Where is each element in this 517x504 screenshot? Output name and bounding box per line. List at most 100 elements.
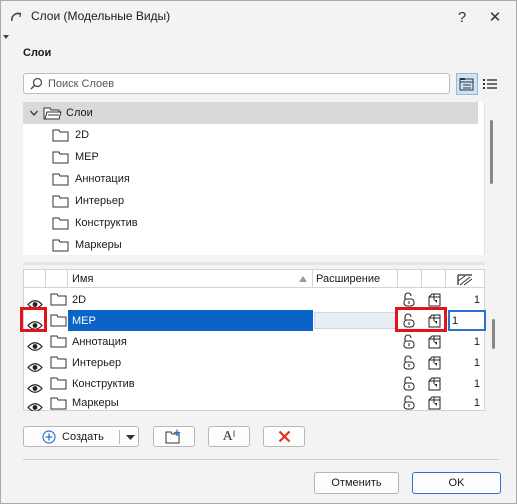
tree-item-label: Маркеры	[75, 239, 122, 251]
sort-ascending-icon	[299, 276, 307, 282]
folder-icon	[52, 151, 69, 164]
tree-item[interactable]: Интерьер	[23, 190, 478, 212]
wireframe-column-header[interactable]	[422, 270, 446, 288]
collapse-marker-icon[interactable]	[3, 35, 9, 39]
folder-icon	[50, 377, 67, 390]
extension-column-header[interactable]: Расширение	[313, 270, 398, 288]
delete-button[interactable]	[263, 426, 305, 447]
rename-cursor-icon: I	[232, 428, 236, 439]
extension-field[interactable]	[314, 312, 396, 329]
tree-view-icon	[459, 78, 474, 91]
intersection-group-value[interactable]: 1	[448, 289, 484, 310]
lock-column-header[interactable]	[398, 270, 422, 288]
folder-icon	[52, 217, 69, 230]
split-divider	[119, 430, 120, 444]
lock-view-highlight-box	[395, 307, 447, 332]
table-scrollbar[interactable]	[492, 319, 495, 349]
folder-icon	[52, 195, 69, 208]
tree-item-label: Аннотация	[75, 173, 130, 185]
hatch-icon	[457, 273, 473, 285]
intersection-group-input[interactable]: 1	[448, 310, 486, 331]
tree-item-label: Интерьер	[75, 195, 125, 207]
app-icon	[11, 12, 22, 22]
add-circle-icon	[42, 429, 56, 444]
intersection-group-value[interactable]: 1	[448, 373, 484, 394]
folder-icon	[52, 173, 69, 186]
lock-open-icon[interactable]	[402, 376, 417, 391]
tree-root-row[interactable]: Слои	[23, 102, 478, 124]
layer-name: MEP	[68, 310, 313, 331]
chevron-down-icon[interactable]	[29, 108, 39, 118]
create-split-button[interactable]: Создать	[23, 426, 139, 447]
visibility-highlight-box	[20, 307, 47, 332]
tree-root-label: Слои	[66, 107, 93, 119]
layers-table: Имя Расширение 2D 1 MEP 1 Аннотация 1 Ин…	[23, 269, 486, 411]
search-box[interactable]	[23, 73, 450, 94]
tree-item-label: Конструктив	[75, 217, 138, 229]
rename-button[interactable]: AI	[208, 426, 250, 447]
new-folder-button[interactable]	[153, 426, 195, 447]
ok-button[interactable]: OK	[412, 472, 501, 494]
solid-view-icon[interactable]	[427, 395, 442, 410]
splitter-bar[interactable]	[23, 261, 485, 266]
solid-view-icon[interactable]	[427, 334, 442, 349]
solid-view-icon[interactable]	[427, 355, 442, 370]
chevron-down-icon[interactable]	[126, 435, 135, 440]
layer-name: Маркеры	[72, 396, 119, 409]
tree-item-label: MEP	[75, 151, 99, 163]
folder-icon	[52, 239, 69, 252]
list-view-icon	[483, 79, 497, 89]
folder-stack-icon	[43, 107, 62, 120]
folder-icon	[52, 129, 69, 142]
intersection-group-value[interactable]: 1	[448, 352, 484, 373]
table-row[interactable]: Маркеры 1	[24, 394, 484, 411]
lock-open-icon[interactable]	[402, 395, 417, 410]
delete-x-icon	[278, 430, 290, 443]
solid-view-icon[interactable]	[427, 376, 442, 391]
tree-item[interactable]: MEP	[23, 146, 478, 168]
footer-divider	[23, 459, 499, 460]
tree-item[interactable]: 2D	[23, 124, 478, 146]
new-folder-icon	[165, 429, 181, 444]
name-column-header[interactable]: Имя	[68, 270, 313, 288]
tree-item[interactable]: Аннотация	[23, 168, 478, 190]
visibility-column-header[interactable]	[24, 270, 46, 288]
type-column-header[interactable]	[46, 270, 68, 288]
extension-column-label: Расширение	[316, 273, 381, 285]
intersection-column-header[interactable]	[446, 270, 484, 288]
folder-icon	[50, 397, 67, 410]
search-input[interactable]	[46, 75, 446, 92]
splitter-track[interactable]	[23, 262, 485, 265]
help-button[interactable]: ?	[447, 5, 477, 29]
table-row[interactable]: Интерьер 1	[24, 352, 484, 373]
tree-item[interactable]: Конструктив	[23, 212, 478, 234]
eye-icon[interactable]	[27, 397, 43, 411]
layer-name: 2D	[72, 293, 87, 306]
folder-icon	[50, 335, 67, 348]
intersection-group-value[interactable]: 1	[448, 394, 484, 411]
lock-open-icon[interactable]	[402, 355, 417, 370]
title-bar: Слои (Модельные Виды) ? ✕	[1, 1, 516, 32]
layer-name: Конструктив	[72, 377, 135, 390]
lock-open-icon[interactable]	[402, 334, 417, 349]
tree-scrollbar[interactable]	[490, 120, 493, 184]
tree-item[interactable]: Маркеры	[23, 234, 478, 256]
folder-icon	[50, 356, 67, 369]
lock-open-icon[interactable]	[402, 292, 417, 307]
close-button[interactable]: ✕	[480, 5, 510, 29]
intersection-group-value[interactable]: 1	[448, 331, 484, 352]
name-column-label: Имя	[72, 273, 94, 285]
table-row[interactable]: Аннотация 1	[24, 331, 484, 352]
tree-item-label: 2D	[75, 129, 90, 141]
table-row[interactable]: Конструктив 1	[24, 373, 484, 394]
layer-folder-tree[interactable]: Слои 2D MEP Аннотация Интерьер Конструкт…	[23, 102, 493, 256]
cancel-button[interactable]: Отменить	[314, 472, 399, 494]
layer-name: Интерьер	[72, 356, 122, 369]
window-title: Слои (Модельные Виды)	[31, 9, 171, 23]
rename-icon: A	[222, 428, 233, 444]
search-icon	[30, 77, 43, 90]
list-view-button[interactable]	[479, 73, 501, 95]
folder-icon	[50, 293, 67, 306]
solid-view-icon[interactable]	[427, 292, 442, 307]
tree-view-button[interactable]	[456, 73, 478, 95]
